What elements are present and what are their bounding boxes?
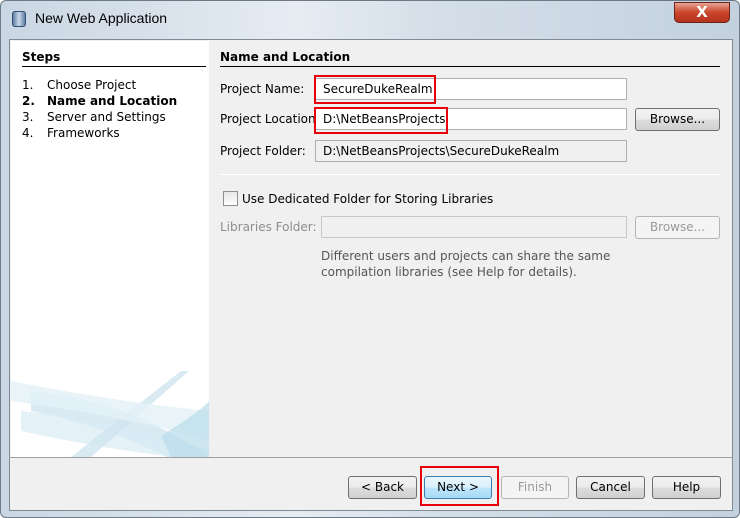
finish-button[interactable]: Finish bbox=[501, 476, 569, 499]
dedicated-folder-label[interactable]: Use Dedicated Folder for Storing Librari… bbox=[242, 192, 493, 206]
close-button[interactable]: X bbox=[674, 2, 730, 23]
steps-panel: Steps 1. Choose Project 2. Name and Locati… bbox=[11, 41, 209, 457]
libraries-folder-input[interactable] bbox=[321, 216, 627, 238]
netbeans-app-icon bbox=[12, 11, 26, 27]
browse-location-button[interactable]: Browse... bbox=[635, 108, 720, 131]
help-button[interactable]: Help bbox=[652, 476, 721, 499]
window-title: New Web Application bbox=[35, 10, 168, 26]
libraries-help-text-1: Different users and projects can share t… bbox=[321, 249, 611, 263]
decorative-swoosh-graphic bbox=[11, 371, 209, 457]
highlight-project-location bbox=[314, 107, 448, 134]
cancel-button[interactable]: Cancel bbox=[576, 476, 645, 499]
footer-separator bbox=[9, 457, 733, 458]
libraries-help-text-2: compilation libraries (see Help for deta… bbox=[321, 265, 577, 279]
browse-libraries-button[interactable]: Browse... bbox=[635, 216, 720, 239]
project-folder-field: D:\NetBeansProjects\SecureDukeRealm bbox=[315, 140, 627, 162]
back-button[interactable]: < Back bbox=[348, 476, 417, 499]
libraries-folder-label: Libraries Folder: bbox=[220, 220, 317, 234]
project-folder-label: Project Folder: bbox=[220, 144, 306, 158]
highlight-next bbox=[420, 466, 499, 506]
panel-heading: Name and Location bbox=[220, 50, 720, 67]
project-location-label: Project Location: bbox=[220, 112, 320, 126]
project-name-label: Project Name: bbox=[220, 82, 305, 96]
dedicated-folder-checkbox[interactable] bbox=[223, 191, 238, 206]
highlight-project-name bbox=[314, 75, 436, 104]
separator bbox=[220, 174, 720, 175]
dialog-window: New Web Application X Steps 1. Choose Pro… bbox=[0, 0, 740, 518]
